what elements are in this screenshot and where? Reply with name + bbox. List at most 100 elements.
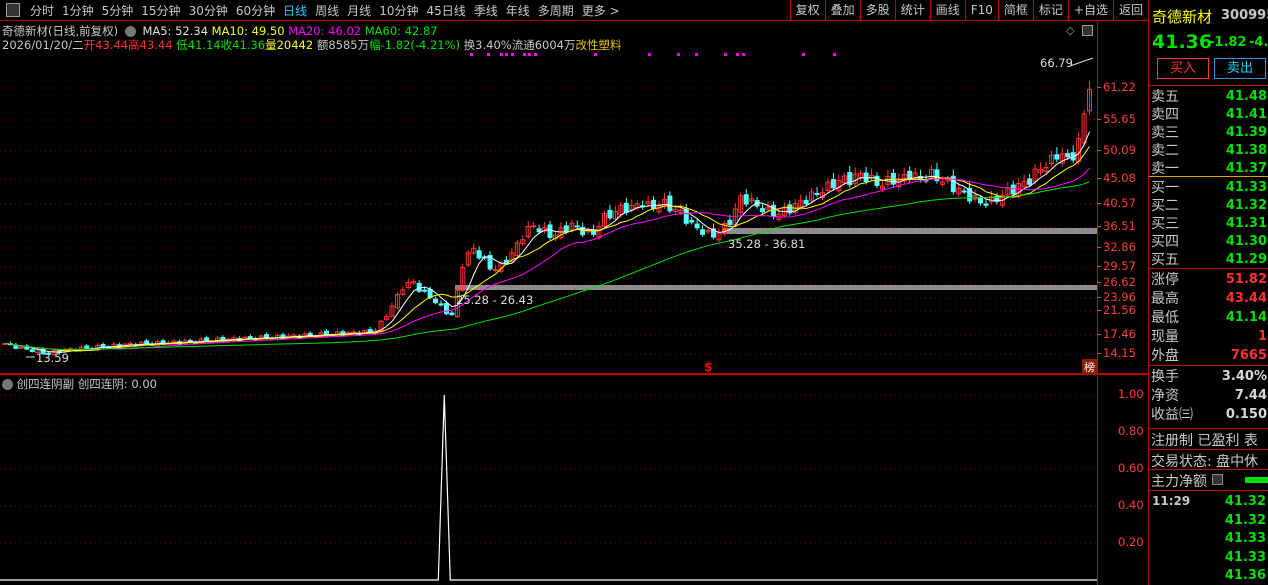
candle-down [961,190,967,193]
signal-dot [528,53,531,56]
axis-label: 21.56 [1097,303,1136,317]
candle-down [449,312,455,316]
axis-label: 0.40 [1118,498,1144,512]
period-tab[interactable]: 60分钟 [232,2,279,19]
candle-down [438,303,444,306]
quote-panel: 奇德新材 300995 41.36 -1.82 -4.2 买入 卖出 卖五 41.… [1148,0,1268,585]
signal-dot [534,53,537,56]
toolbar-button[interactable]: 画线 [929,0,965,21]
period-tab[interactable]: 10分钟 [375,2,422,19]
period-tab[interactable]: 30分钟 [185,2,232,19]
sector[interactable]: 改性塑料 [576,38,622,52]
main-flow-bar [1245,477,1268,483]
quote-row: 买二 41.32 [1151,196,1267,215]
panel-toggle-icon[interactable] [6,3,20,17]
candlestick-chart[interactable] [0,0,1097,373]
candle-down [978,198,984,204]
toolbar-button[interactable]: 多股 [859,0,895,21]
period-tab[interactable]: 日线 [279,2,311,19]
price-band [455,285,1097,290]
signal-dot [505,53,508,56]
period-tab[interactable]: 多周期 [534,2,578,19]
price-pct: -4.2 [1249,35,1268,50]
row-value: 41.30 [1225,233,1267,249]
toolbar-button[interactable]: 叠加 [824,0,860,21]
ma60-value: MA60: 42.87 [364,24,438,38]
axis-label: 0.80 [1118,424,1144,438]
row-value: 43.44 [1225,290,1267,306]
diamond-icon[interactable]: ◇ [1066,24,1074,37]
period-tab[interactable]: 更多 > [578,2,624,19]
tick-price: 41.36 [1224,568,1266,583]
tick-price: 41.32 [1224,512,1266,528]
stock-name: 奇德新材 [1152,8,1213,26]
row-label: 买三 [1151,216,1179,232]
candle-down [694,223,700,229]
max-pointer [1069,57,1094,67]
min-price-label: 13.59 [36,351,69,365]
toolbar-button[interactable]: 简框 [997,0,1033,21]
collapse-icon[interactable] [2,379,13,390]
ma20-line [4,167,1090,351]
period-tab[interactable]: 45日线 [422,2,469,19]
candle-down [830,179,836,189]
signal-dot [833,53,836,56]
period-tab[interactable]: 月线 [343,2,375,19]
row-label: 涨停 [1151,272,1179,288]
toolbar-button[interactable]: +自选 [1067,0,1113,21]
candle-down [743,194,749,205]
volume: 量20442 [265,38,314,52]
row-value: 1 [1257,328,1267,344]
toolbar-button[interactable]: 统计 [894,0,930,21]
candle-down [863,172,869,183]
candle-down [187,339,193,342]
row-value: 51.82 [1225,271,1267,287]
list-icon[interactable] [1212,474,1223,485]
period-tab[interactable]: 周线 [311,2,343,19]
quote-row: 买一 41.33 [1151,178,1267,197]
ma10-value: MA10: 49.50 [211,24,285,38]
period-tab[interactable]: 分时 [26,2,58,19]
indicator-header: 创四连阴副 创四连阴: 0.00 [2,376,157,392]
panel-icon[interactable] [1082,25,1093,36]
axis-label: 1.00 [1118,387,1144,401]
row-value: 41.32 [1225,197,1267,213]
period-tab[interactable]: 15分钟 [137,2,184,19]
quote-row: 收益㈢ 0.150 [1151,405,1267,424]
signal-dot [802,53,805,56]
period-tab[interactable]: 年线 [502,2,534,19]
candle-up [493,269,498,272]
candle-down [607,209,613,219]
rank-badge[interactable]: 榜 [1082,359,1097,375]
row-label: 买一 [1151,180,1179,196]
period-tab[interactable]: 1分钟 [58,2,98,19]
row-label: 收益㈢ [1151,407,1193,423]
quote-row: 卖三 41.39 [1151,123,1267,142]
last-price: 41.36 [1152,31,1213,53]
collapse-icon[interactable] [124,26,136,37]
candle-down [563,225,569,233]
indicator-name[interactable]: 创四连阴副 [17,377,75,391]
toolbar-button[interactable]: 标记 [1032,0,1068,21]
toolbar-button[interactable]: 返回 [1112,0,1148,21]
quote-row: 卖四 41.41 [1151,105,1267,124]
indicator-chart[interactable] [0,375,1097,585]
candle-down [760,208,766,213]
toolbar-button[interactable]: 复权 [789,0,825,21]
signal-dot [511,53,514,56]
period-tab[interactable]: 季线 [470,2,502,19]
candle-down [1010,184,1016,195]
candle-down [84,345,90,349]
row-label: 卖五 [1151,89,1179,105]
quote-row: 买三 41.31 [1151,214,1267,233]
row-value: 0.150 [1225,406,1267,422]
signal-dot [677,53,680,56]
tags: 注册制 已盈利 表 [1151,433,1258,449]
signal-dot [648,53,651,56]
period-tab[interactable]: 5分钟 [98,2,138,19]
candle-down [1065,153,1071,158]
buy-button[interactable]: 买入 [1157,58,1209,79]
sell-button[interactable]: 卖出 [1214,58,1266,79]
candle-down [623,202,629,213]
toolbar-button[interactable]: F10 [964,0,998,21]
